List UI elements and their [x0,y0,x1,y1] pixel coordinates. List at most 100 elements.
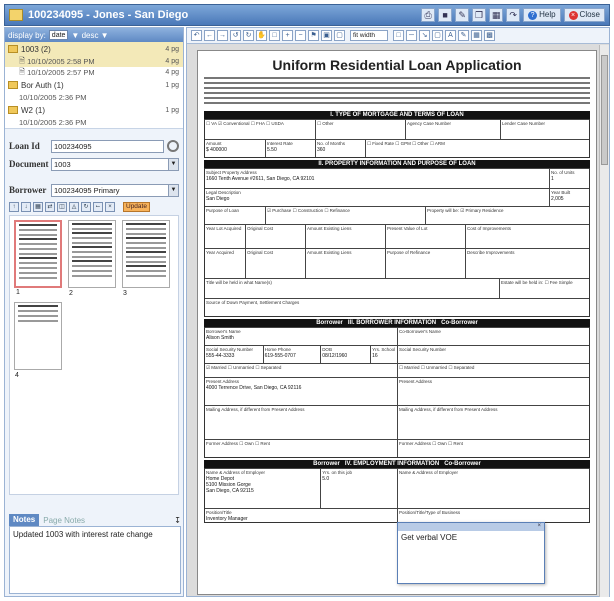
folder-icon [9,9,23,21]
copy-icon[interactable]: ❐ [472,8,487,22]
vertical-scrollbar[interactable] [599,45,609,597]
undo-icon[interactable]: ↶ [191,30,202,41]
window-toolbar: ⎙ ■ ✎ ❐ ▦ ↷ ? Help × Close [421,8,605,22]
viewer-toolbar: ↶ ← → ↺ ↻ ✋ □ + − ⚑ ▣ ▢ fit width □ ─ ↘ … [187,28,609,44]
delete-icon[interactable]: × [105,202,115,212]
form-title: Uniform Residential Loan Application [272,57,522,73]
employment-table: Name & Address of Employer Home Depot 510… [204,468,590,523]
rotate-icon[interactable]: ↻ [81,202,91,212]
section-header: II. PROPERTY INFORMATION AND PURPOSE OF … [204,160,590,168]
notes-header: Notes Page Notes ↧ [9,514,181,526]
tab-page-notes[interactable]: Page Notes [39,516,89,525]
zoom-select[interactable]: fit width [350,30,388,41]
sort-toggle[interactable]: ▼ desc ▼ [71,31,108,40]
text-icon[interactable]: A [445,30,456,41]
line-icon[interactable]: ─ [406,30,417,41]
zoom-in-icon[interactable]: + [282,30,293,41]
document-viewer: ↶ ← → ↺ ↻ ✋ □ + − ⚑ ▣ ▢ fit width □ ─ ↘ … [186,27,610,597]
page-thumbnail[interactable]: 3 [122,220,170,297]
thumbnail-panel: 1 2 3 4 [9,215,179,495]
stamp-icon[interactable]: ▩ [484,30,495,41]
zoom-out-icon[interactable]: − [295,30,306,41]
forward-icon[interactable]: → [217,30,228,41]
notes-textarea[interactable]: Updated 1003 with interest rate change [9,526,181,594]
scrollbar-thumb[interactable] [601,55,608,165]
merge-icon[interactable]: ◬ [69,202,79,212]
edit-icon[interactable]: ✎ [455,8,470,22]
update-button[interactable]: Update [123,202,150,212]
highlight-icon[interactable]: ▦ [471,30,482,41]
form-intro [204,77,590,107]
export-icon[interactable]: ↷ [506,8,521,22]
document-list: 1003 (2) 4 pg 🗎 10/10/2005 2:58 PM 4 pg 🗎 … [5,42,183,129]
chevron-down-icon: ▼ [168,184,178,196]
grid-icon[interactable]: ▦ [489,8,504,22]
document-select[interactable]: 1003 ▼ [51,157,179,171]
display-bar: display by: date ▼ desc ▼ [5,28,183,42]
sticky-note[interactable]: × Get verbal VOE [397,522,545,584]
doc-version[interactable]: 🗎 10/10/2005 2:58 PM 4 pg [5,56,183,67]
display-by-select[interactable]: date [48,30,69,40]
help-icon: ? [528,10,538,20]
flag-icon[interactable]: ⚑ [308,30,319,41]
close-icon: × [568,10,578,20]
download-icon[interactable]: ↧ [174,516,181,525]
sort-up-icon[interactable]: ↑ [9,202,19,212]
title-bar: 100234095 - Jones - San Diego ⎙ ■ ✎ ❐ ▦ … [4,4,610,26]
sort-down-icon[interactable]: ↓ [21,202,31,212]
search-icon[interactable] [167,140,179,152]
loan-id-row: Loan Id 100234095 [5,137,183,155]
section-header: I. TYPE OF MORTGAGE AND TERMS OF LOAN [204,111,590,119]
doc-group-1003[interactable]: 1003 (2) 4 pg [5,42,183,56]
back-icon[interactable]: ← [204,30,215,41]
rotate-left-icon[interactable]: ↺ [230,30,241,41]
page-thumbnail[interactable]: 4 [14,302,62,379]
doc-version[interactable]: 10/10/2005 2:36 PM [5,117,183,128]
chevron-down-icon: ▼ [168,158,178,170]
close-icon[interactable]: × [537,523,541,529]
borrower-label: Borrower [9,185,47,195]
note-icon[interactable]: ✎ [458,30,469,41]
fit-icon[interactable]: ▣ [321,30,332,41]
mortgage-terms-table: ☐ VA ☑ Conventional ☐ FHA ☐ USDA ☐ Other… [204,119,590,158]
loan-id-input[interactable]: 100234095 [51,139,164,153]
rectangle-icon[interactable]: □ [393,30,404,41]
doc-group-bor-auth[interactable]: Bor Auth (1) 1 pg [5,78,183,92]
loan-id-label: Loan Id [9,141,40,151]
arrow-icon[interactable]: ↘ [419,30,430,41]
print-icon[interactable]: ⎙ [421,8,436,22]
note-text[interactable]: Get verbal VOE [398,531,544,544]
doc-group-w2[interactable]: W2 (1) 1 pg [5,103,183,117]
split-icon[interactable]: ◫ [57,202,67,212]
folder-icon [8,106,18,114]
grid-icon[interactable]: ▦ [33,202,43,212]
borrower-row: Borrower 100234095 Primary ▼ [5,181,183,199]
thumbnail-tools: ↑ ↓ ▦ ⇄ ◫ ◬ ↻ ⌙ × Update [5,199,183,215]
hand-icon[interactable]: ✋ [256,30,267,41]
document-label: Document [9,159,49,169]
section-header: Borrower III. BORROWER INFORMATION Co-Bo… [204,319,590,327]
doc-version[interactable]: 10/10/2005 2:36 PM [5,92,183,103]
folder-icon [8,45,18,53]
help-button[interactable]: ? Help [523,8,561,22]
borrower-select[interactable]: 100234095 Primary ▼ [51,183,179,197]
folder-icon [8,81,18,89]
tab-notes[interactable]: Notes [9,514,40,526]
move-icon[interactable]: ⇄ [45,202,55,212]
save-icon[interactable]: ■ [438,8,453,22]
close-button[interactable]: × Close [563,8,605,22]
note-header[interactable]: × [398,523,544,531]
fit-page-icon[interactable]: ▢ [334,30,345,41]
rotate-right-icon[interactable]: ↻ [243,30,254,41]
page-thumbnail[interactable]: 2 [68,220,116,297]
page-icon[interactable]: □ [269,30,280,41]
page-thumbnail[interactable]: 1 [14,220,62,296]
left-panel: display by: date ▼ desc ▼ 1003 (2) 4 pg 🗎… [4,27,184,597]
property-table: Subject Property Address 1660 Tenth Avenu… [204,168,590,317]
borrower-table: Borrower's Name Alison Smith Co-Borrower'… [204,327,590,458]
section-header: Borrower IV. EMPLOYMENT INFORMATION Co-B… [204,460,590,468]
display-by-label: display by: [8,30,46,40]
doc-version[interactable]: 🗎 10/10/2005 2:57 PM 4 pg [5,67,183,78]
box-icon[interactable]: ▢ [432,30,443,41]
crop-icon[interactable]: ⌙ [93,202,103,212]
